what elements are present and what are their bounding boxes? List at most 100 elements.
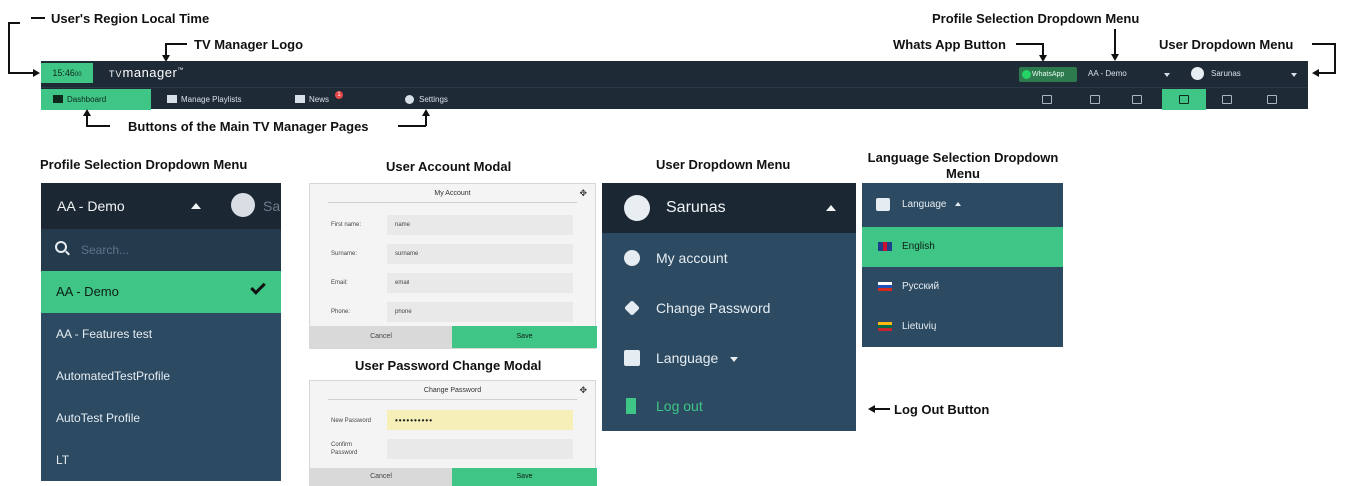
- user-avatar-icon[interactable]: [1191, 67, 1204, 80]
- translate-icon: [624, 350, 640, 366]
- user-name: Sarunas: [666, 199, 726, 216]
- profile-item-label: LT: [56, 453, 70, 467]
- device-icon-button[interactable]: [1162, 89, 1206, 110]
- lt-flag-icon: [878, 322, 892, 331]
- annotation-line: [8, 22, 20, 24]
- heading-profile-dropdown: Profile Selection Dropdown Menu: [40, 157, 248, 172]
- email-field[interactable]: [387, 273, 573, 293]
- key-icon: [624, 300, 640, 316]
- profile-selection-dropdown[interactable]: AA - Demo: [1088, 69, 1127, 78]
- my-account-item[interactable]: My account: [602, 233, 856, 283]
- tab-dashboard[interactable]: Dashboard: [41, 89, 151, 110]
- language-item-lithuanian[interactable]: Lietuvių: [862, 307, 1063, 347]
- new-password-field[interactable]: [387, 410, 573, 430]
- phone-label: Phone:: [331, 309, 351, 315]
- email-label: Email:: [331, 280, 348, 286]
- confirm-password-field[interactable]: [387, 439, 573, 459]
- profile-selection-dropdown-menu: AA - Demo Sa AA - Demo AA - Features tes…: [41, 183, 281, 481]
- phone-field[interactable]: [387, 302, 573, 322]
- chevron-up-icon: [826, 205, 836, 211]
- clock-seconds: 00: [74, 72, 82, 78]
- move-icon[interactable]: ✥: [579, 188, 587, 199]
- tab-news[interactable]: News 1: [283, 89, 353, 110]
- language-item-russian[interactable]: Русский: [862, 267, 1063, 307]
- save-button[interactable]: Save: [452, 468, 597, 486]
- play-icon-button[interactable]: [1119, 89, 1155, 110]
- profile-item-label: AA - Features test: [56, 327, 153, 341]
- user-avatar-icon: [624, 195, 650, 221]
- annotation-local-time: User's Region Local Time: [51, 11, 210, 26]
- top-bar: 15:4600 TVmanager™ WhatsApp AA - Demo Sa…: [41, 61, 1308, 87]
- language-label: Русский: [902, 281, 940, 292]
- export-icon-button[interactable]: [1209, 89, 1245, 110]
- dashboard-icon: [53, 95, 63, 103]
- cancel-button[interactable]: Cancel: [310, 326, 452, 348]
- chevron-up-icon: [954, 202, 961, 207]
- change-password-item[interactable]: Change Password: [602, 283, 856, 333]
- whatsapp-button[interactable]: WhatsApp: [1019, 67, 1077, 82]
- profile-dropdown-header[interactable]: AA - Demo Sa: [41, 183, 281, 229]
- first-name-label: First name:: [331, 222, 362, 228]
- tab-manage-playlists[interactable]: Manage Playlists: [155, 89, 267, 110]
- chevron-up-icon: [191, 203, 201, 209]
- annotation-whatsapp: Whats App Button: [893, 37, 1006, 52]
- move-icon[interactable]: ✥: [579, 385, 587, 396]
- logout-icon: [626, 398, 636, 414]
- chevron-down-icon: [730, 356, 739, 362]
- menu-item-label: Log out: [656, 398, 703, 414]
- divider: [328, 202, 577, 203]
- message-icon-button[interactable]: [1029, 89, 1065, 110]
- save-button[interactable]: Save: [452, 326, 597, 348]
- profile-item[interactable]: AutoTest Profile: [41, 397, 281, 439]
- language-label: English: [902, 241, 935, 252]
- language-dropdown-header[interactable]: Language: [862, 183, 1063, 227]
- news-badge: 1: [335, 91, 343, 99]
- profile-search-input[interactable]: [81, 240, 261, 260]
- annotation-arrow: [1312, 69, 1319, 77]
- annotation-arrow: [1111, 54, 1119, 61]
- search-icon-handle: [65, 250, 70, 256]
- main-nav-bar: Dashboard Manage Playlists News 1 Settin…: [41, 87, 1308, 110]
- language-item-english[interactable]: English: [862, 227, 1063, 267]
- first-name-field[interactable]: [387, 215, 573, 235]
- user-dropdown-caret-icon[interactable]: [1291, 73, 1297, 77]
- language-item[interactable]: Language: [602, 333, 856, 383]
- user-avatar-icon: [231, 193, 255, 217]
- tab-label: Dashboard: [67, 95, 107, 104]
- profile-item[interactable]: AA - Features test: [41, 313, 281, 355]
- image-icon-button[interactable]: [1077, 89, 1113, 110]
- confirm-password-label: Confirm Password: [331, 442, 358, 456]
- user-account-modal: My Account ✥ First name: Surname: Email:…: [309, 183, 597, 349]
- heading-password-modal: User Password Change Modal: [355, 358, 542, 373]
- tab-settings[interactable]: Settings: [393, 89, 483, 110]
- annotation-main-pages: Buttons of the Main TV Manager Pages: [128, 119, 369, 134]
- surname-field[interactable]: [387, 244, 573, 264]
- heading-user-dropdown: User Dropdown Menu: [656, 157, 791, 172]
- image-icon: [1090, 95, 1100, 104]
- profile-item[interactable]: AutomatedTestProfile: [41, 355, 281, 397]
- annotation-line: [1016, 43, 1043, 45]
- user-dropdown[interactable]: Sarunas: [1211, 69, 1241, 78]
- annotation-line: [8, 72, 34, 74]
- profile-item-label: AA - Demo: [56, 284, 119, 299]
- mail-icon: [295, 95, 305, 103]
- new-password-label: New Password: [331, 418, 372, 424]
- user-dropdown-header[interactable]: Sarunas: [602, 183, 856, 233]
- playlist-icon: [167, 95, 177, 103]
- playlist-play-icon-button[interactable]: [1254, 89, 1290, 110]
- menu-item-label: Change Password: [656, 300, 771, 316]
- profile-item[interactable]: AA - Demo: [41, 271, 281, 313]
- menu-item-label: Language: [656, 350, 719, 366]
- export-icon: [1222, 95, 1232, 104]
- surname-label: Surname:: [331, 251, 358, 257]
- annotation-profile-dropdown: Profile Selection Dropdown Menu: [932, 11, 1140, 26]
- annotation-line: [165, 43, 187, 45]
- annotation-log-out: Log Out Button: [894, 402, 990, 417]
- annotation-logo: TV Manager Logo: [194, 37, 304, 52]
- tv-manager-logo[interactable]: TVmanager™: [109, 65, 184, 80]
- cancel-button[interactable]: Cancel: [310, 468, 452, 486]
- profile-item[interactable]: LT: [41, 439, 281, 481]
- profile-dropdown-caret-icon[interactable]: [1164, 73, 1170, 77]
- annotation-line: [398, 125, 426, 127]
- log-out-button[interactable]: Log out: [602, 381, 856, 431]
